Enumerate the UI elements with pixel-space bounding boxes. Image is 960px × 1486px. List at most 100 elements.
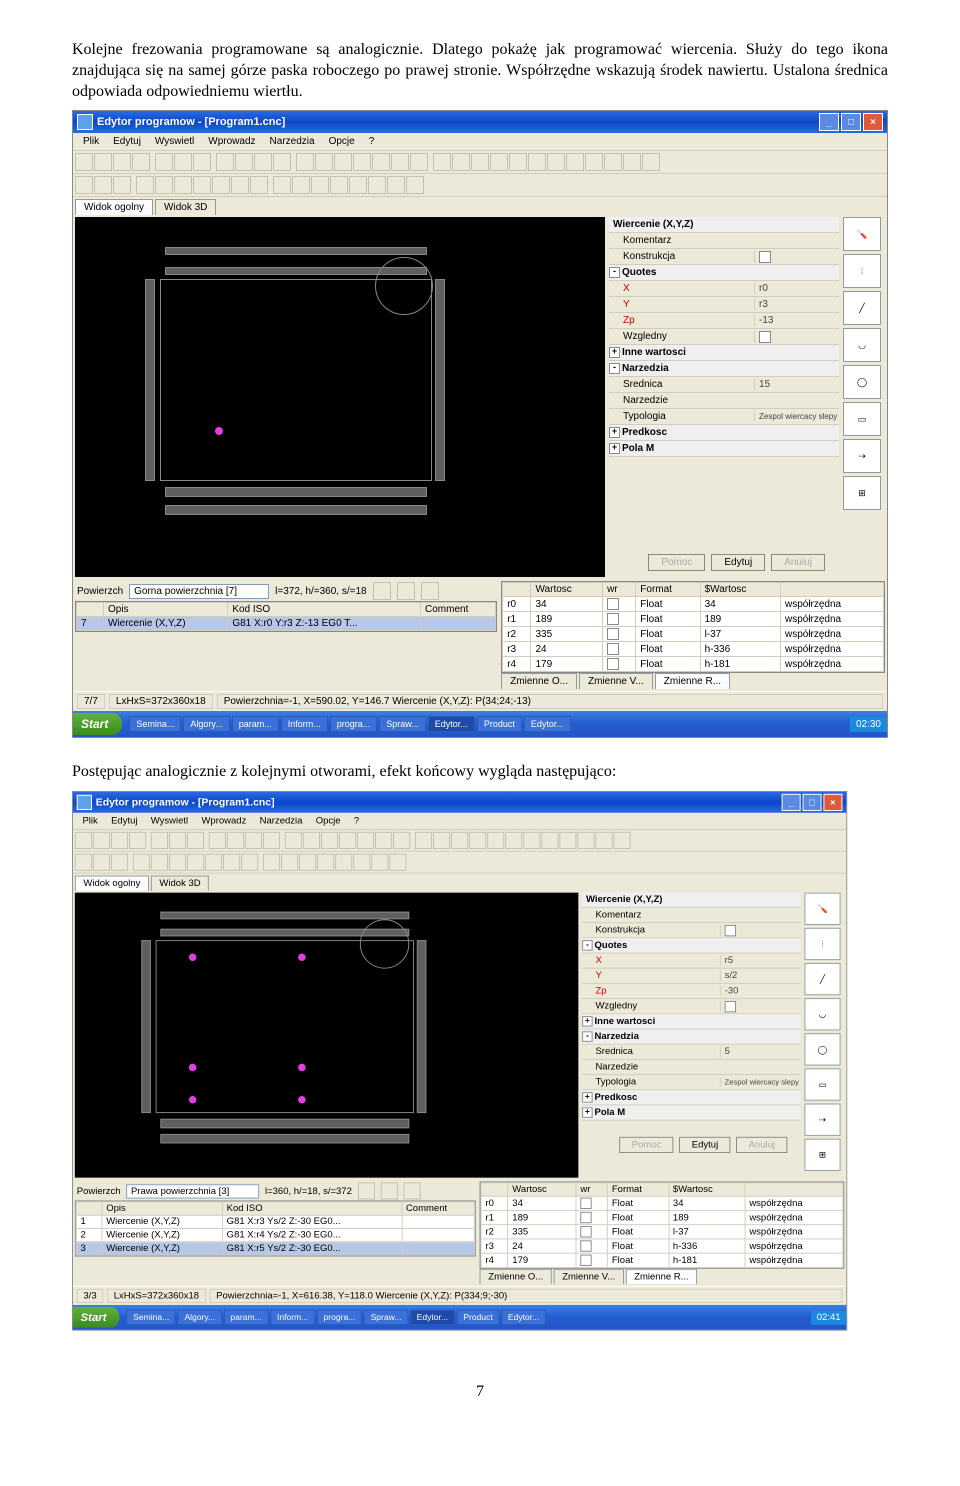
checkbox[interactable] [725, 1001, 736, 1012]
toolbar-button[interactable] [373, 582, 391, 600]
toolbar-button[interactable] [136, 176, 154, 194]
toolbar-button[interactable] [273, 176, 291, 194]
table-row[interactable]: r1189Float189współrzędna [481, 1211, 843, 1225]
drill-multi-icon[interactable]: ⦙ [804, 928, 840, 960]
toolbar-button[interactable] [335, 854, 352, 871]
table-row[interactable]: 7Wiercenie (X,Y,Z)G81 X:r0 Y:r3 Z:-13 EG… [77, 617, 496, 631]
toolbar-button[interactable] [254, 153, 272, 171]
variables-grid[interactable]: WartoscwrFormat$Wartosc r034Float34współ… [501, 581, 885, 673]
start-button[interactable]: Start [73, 713, 122, 735]
surface-select[interactable]: Gorna powierzchnia [7] [129, 584, 269, 599]
taskbar-item[interactable]: Spraw... [379, 716, 426, 732]
group-narzedzia[interactable]: Narzedzia [595, 1032, 801, 1042]
toolbar-button[interactable] [205, 854, 222, 871]
toolbar-button[interactable] [94, 153, 112, 171]
edytuj-button[interactable]: Edytuj [711, 554, 765, 571]
taskbar-item[interactable]: param... [224, 1310, 269, 1325]
menu-opcje[interactable]: Opcje [310, 815, 346, 827]
toolbar-button[interactable] [490, 153, 508, 171]
tab-widok-ogolny[interactable]: Widok ogolny [75, 199, 153, 215]
table-row[interactable]: r2335Floatl-37współrzędna [481, 1225, 843, 1239]
table-row[interactable]: r4179Floath-181współrzędna [503, 657, 884, 672]
toolbar-button[interactable] [311, 176, 329, 194]
pomoc-button[interactable]: Pomoc [619, 1137, 673, 1153]
toolbar-button[interactable] [75, 832, 92, 849]
toolbar-button[interactable] [321, 832, 338, 849]
toolbar-button[interactable] [75, 176, 93, 194]
toolbar-button[interactable] [623, 153, 641, 171]
edytuj-button[interactable]: Edytuj [679, 1137, 730, 1153]
expand-icon[interactable]: - [582, 1032, 592, 1042]
toolbar-button[interactable] [155, 176, 173, 194]
tab-zmienne-r[interactable]: Zmienne R... [655, 673, 730, 689]
prop-value[interactable]: r3 [754, 299, 839, 310]
system-tray[interactable]: 02:30 [850, 717, 887, 732]
offset-tool-icon[interactable]: ⇢ [843, 439, 881, 473]
prop-value[interactable] [754, 251, 839, 263]
prop-value[interactable]: Zespol wiercacy slepy [754, 412, 839, 421]
toolbar-button[interactable] [393, 832, 410, 849]
surface-select[interactable]: Prawa powierzchnia [3] [126, 1184, 259, 1198]
toolbar-button[interactable] [245, 832, 262, 849]
tab-zmienne-o[interactable]: Zmienne O... [501, 673, 577, 689]
maximize-button[interactable]: □ [841, 113, 861, 131]
toolbar-button[interactable] [299, 854, 316, 871]
menu-help[interactable]: ? [363, 135, 381, 148]
tab-widok-3d[interactable]: Widok 3D [151, 876, 209, 891]
menu-edytuj[interactable]: Edytuj [107, 135, 147, 148]
drill-tool-icon[interactable]: 🪛 [804, 893, 840, 925]
toolbar-button[interactable] [368, 176, 386, 194]
toolbar-button[interactable] [357, 832, 374, 849]
table-row[interactable]: 2Wiercenie (X,Y,Z)G81 X:r4 Ys/2 Z:-30 EG… [76, 1229, 474, 1242]
taskbar-item[interactable]: Algory... [178, 1310, 222, 1325]
menu-narzedzia[interactable]: Narzedzia [254, 815, 308, 827]
toolbar-button[interactable] [209, 832, 226, 849]
toolbar-button[interactable] [317, 854, 334, 871]
toolbar-button[interactable] [595, 832, 612, 849]
checkbox[interactable] [759, 251, 771, 263]
table-row[interactable]: r324Floath-336współrzędna [503, 642, 884, 657]
menu-wprowadz[interactable]: Wprowadz [196, 815, 252, 827]
group-predkosc[interactable]: Predkosc [622, 427, 839, 438]
arc-tool-icon[interactable]: ◡ [843, 328, 881, 362]
toolbar-button[interactable] [151, 832, 168, 849]
toolbar-button[interactable] [371, 854, 388, 871]
expand-icon[interactable]: + [609, 427, 620, 438]
toolbar-button[interactable] [349, 176, 367, 194]
tab-zmienne-o[interactable]: Zmienne O... [480, 1269, 552, 1284]
system-tray[interactable]: 02:41 [811, 1310, 846, 1324]
minimize-button[interactable]: _ [819, 113, 839, 131]
toolbar-button[interactable] [216, 153, 234, 171]
toolbar-button[interactable] [273, 153, 291, 171]
toolbar-button[interactable] [339, 832, 356, 849]
line-tool-icon[interactable]: ╱ [804, 963, 840, 995]
toolbar-button[interactable] [187, 854, 204, 871]
toolbar-button[interactable] [358, 1183, 375, 1200]
toolbar-button[interactable] [547, 153, 565, 171]
toolbar-button[interactable] [187, 832, 204, 849]
checkbox[interactable] [759, 331, 771, 343]
tab-widok-ogolny[interactable]: Widok ogolny [75, 876, 149, 891]
menu-plik[interactable]: Plik [77, 815, 104, 827]
taskbar-item[interactable]: Semina... [126, 1310, 175, 1325]
line-tool-icon[interactable]: ╱ [843, 291, 881, 325]
toolbar-button[interactable] [241, 854, 258, 871]
toolbar-button[interactable] [174, 176, 192, 194]
toolbar-button[interactable] [505, 832, 522, 849]
measure-tool-icon[interactable]: ⊞ [804, 1139, 840, 1171]
toolbar-button[interactable] [231, 176, 249, 194]
toolbar-button[interactable] [263, 832, 280, 849]
menu-narzedzia[interactable]: Narzedzia [264, 135, 321, 148]
table-row[interactable]: 1Wiercenie (X,Y,Z)G81 X:r3 Ys/2 Z:-30 EG… [76, 1215, 474, 1228]
toolbar-button[interactable] [334, 153, 352, 171]
taskbar-item[interactable]: Inform... [281, 716, 328, 732]
prop-value[interactable]: -13 [754, 315, 839, 326]
menu-wyswietl[interactable]: Wyswietl [149, 135, 200, 148]
toolbar-button[interactable] [111, 832, 128, 849]
toolbar-button[interactable] [93, 854, 110, 871]
tab-widok-3d[interactable]: Widok 3D [155, 199, 216, 215]
group-pola-m[interactable]: Pola M [622, 443, 839, 454]
expand-icon[interactable]: + [609, 443, 620, 454]
toolbar-button[interactable] [397, 582, 415, 600]
tab-zmienne-r[interactable]: Zmienne R... [626, 1269, 697, 1284]
